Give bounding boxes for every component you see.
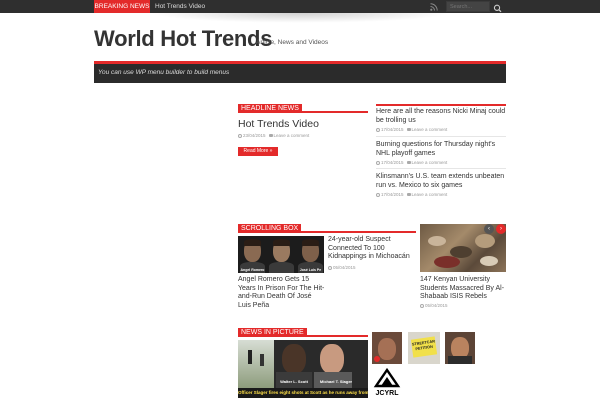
side-news-title[interactable]: Burning questions for Thursday night's N… [376, 141, 506, 158]
side-news-date: 17/04/2015 [381, 127, 404, 132]
side-news-comments[interactable]: Leave a comment [412, 127, 448, 132]
comment-icon [268, 134, 273, 138]
side-news-comments[interactable]: Leave a comment [412, 192, 448, 197]
side-news-item[interactable]: Burning questions for Thursday night's N… [376, 141, 506, 165]
side-news-title[interactable]: Here are all the reasons Nicki Minaj cou… [376, 108, 506, 125]
face-caption: José Luis Pe [299, 268, 322, 272]
side-news-date: 17/04/2015 [381, 160, 404, 165]
breaking-news-label: BREAKING NEWS [94, 0, 150, 13]
headline-comments[interactable]: Leave a comment [274, 133, 310, 138]
site-title[interactable]: World Hot Trends [94, 26, 272, 52]
side-news-meta: 17/04/2015 Leave a comment [376, 192, 506, 197]
header-shadow [150, 13, 450, 23]
nav-notice: You can use WP menu builder to build men… [98, 69, 230, 76]
photo-detail [434, 256, 460, 268]
breaking-news-link[interactable]: Hot Trends Video [155, 0, 205, 13]
scroll-next-button[interactable]: › [496, 224, 506, 234]
face-hair [302, 239, 319, 246]
headline-meta: 23/04/2015 Leave a comment [238, 133, 309, 138]
figure-silhouette [260, 354, 264, 366]
red-marker [374, 356, 380, 362]
clock-icon [376, 192, 380, 197]
side-news-item[interactable]: Klinsmann's U.S. team extends unbeaten r… [376, 173, 506, 197]
side-news-meta: 17/04/2015 Leave a comment [376, 127, 506, 132]
side-news-title[interactable]: Klinsmann's U.S. team extends unbeaten r… [376, 173, 506, 190]
side-news-top-rule [376, 104, 506, 106]
suspects-photo[interactable]: Angel Romero José Luis Pe [238, 236, 324, 273]
scroll-item-date: 05/04/2015 [333, 265, 356, 270]
face-photo: José Luis Pe [296, 236, 324, 273]
comment-icon [406, 193, 411, 197]
news-in-picture-header: NEWS IN PICTURE [238, 328, 368, 337]
headline-title[interactable]: Hot Trends Video [238, 118, 319, 130]
side-news-divider [376, 168, 506, 169]
side-news-item[interactable]: Here are all the reasons Nicki Minaj cou… [376, 108, 506, 132]
face-photo [267, 236, 296, 273]
main-navigation: You can use WP menu builder to build men… [94, 61, 506, 83]
caption-bottom: Officer Slager fires eight shots at Scot… [238, 388, 368, 398]
clock-icon [328, 265, 332, 270]
jcyrl-logo-icon [373, 367, 401, 388]
logo-text: JCYRL [375, 390, 399, 397]
face-caption: Angel Romero [240, 268, 265, 272]
portrait-body [448, 356, 472, 364]
picture-portrait-1[interactable] [372, 332, 402, 364]
comment-icon [406, 161, 411, 165]
site-description: Article, News and Videos [256, 39, 329, 46]
caption-slager: Michael T. Slager [319, 379, 353, 384]
picture-shooting[interactable]: Walter L. Scott Michael T. Slager Office… [238, 340, 368, 398]
scroll-item-meta: 05/04/2015 [420, 303, 448, 308]
search-input[interactable] [446, 1, 490, 12]
picture-portrait-2[interactable] [445, 332, 475, 364]
portrait-slager [320, 344, 344, 374]
scroll-item-meta: 05/04/2015 [328, 265, 356, 270]
side-news-date: 17/04/2015 [381, 192, 404, 197]
face-photo: Angel Romero [238, 236, 267, 273]
comment-icon [406, 128, 411, 132]
picture-petition[interactable]: STREETCAR PETITION [408, 332, 440, 364]
news-in-picture-label: NEWS IN PICTURE [238, 328, 307, 337]
scroll-item-date: 05/04/2015 [425, 303, 448, 308]
side-news-comments[interactable]: Leave a comment [412, 160, 448, 165]
scroll-item-title[interactable]: 24-year-old Suspect Connected To 100 Kid… [328, 236, 416, 262]
top-bar [0, 0, 600, 13]
photo-detail [475, 234, 495, 248]
scrolling-box-label: SCROLLING BOX [238, 224, 302, 233]
headline-news-label: HEADLINE NEWS [238, 104, 302, 113]
caption-walter: Walter L. Scott [280, 379, 308, 384]
photo-detail [480, 256, 498, 266]
scroll-item-title[interactable]: 147 Kenyan University Students Massacred… [420, 276, 506, 302]
scroll-item-title[interactable]: Angel Romero Gets 15 Years In Prison For… [238, 276, 326, 310]
photo-detail [428, 236, 446, 246]
headline-date: 23/04/2015 [243, 133, 266, 138]
clock-icon [238, 133, 242, 138]
search-button[interactable] [491, 1, 505, 13]
side-news-meta: 17/04/2015 Leave a comment [376, 160, 506, 165]
scroll-prev-button[interactable]: ‹ [484, 224, 494, 234]
scrolling-box-header: SCROLLING BOX [238, 224, 416, 233]
face-hair [244, 239, 261, 246]
search-icon [493, 4, 502, 13]
read-more-button[interactable]: Read More » [238, 147, 278, 156]
clock-icon [376, 127, 380, 132]
picture-logo[interactable]: JCYRL [372, 366, 402, 398]
side-news-divider [376, 136, 506, 137]
portrait-face [378, 338, 396, 360]
clock-icon [376, 160, 380, 165]
portrait-walter [282, 344, 306, 374]
headline-news-header: HEADLINE NEWS [238, 104, 368, 113]
figure-silhouette [248, 350, 252, 364]
face-hair [273, 239, 290, 246]
clock-icon [420, 303, 424, 308]
rss-icon[interactable] [430, 3, 438, 11]
face-body [269, 262, 294, 273]
petition-sign: STREETCAR PETITION [410, 336, 438, 358]
